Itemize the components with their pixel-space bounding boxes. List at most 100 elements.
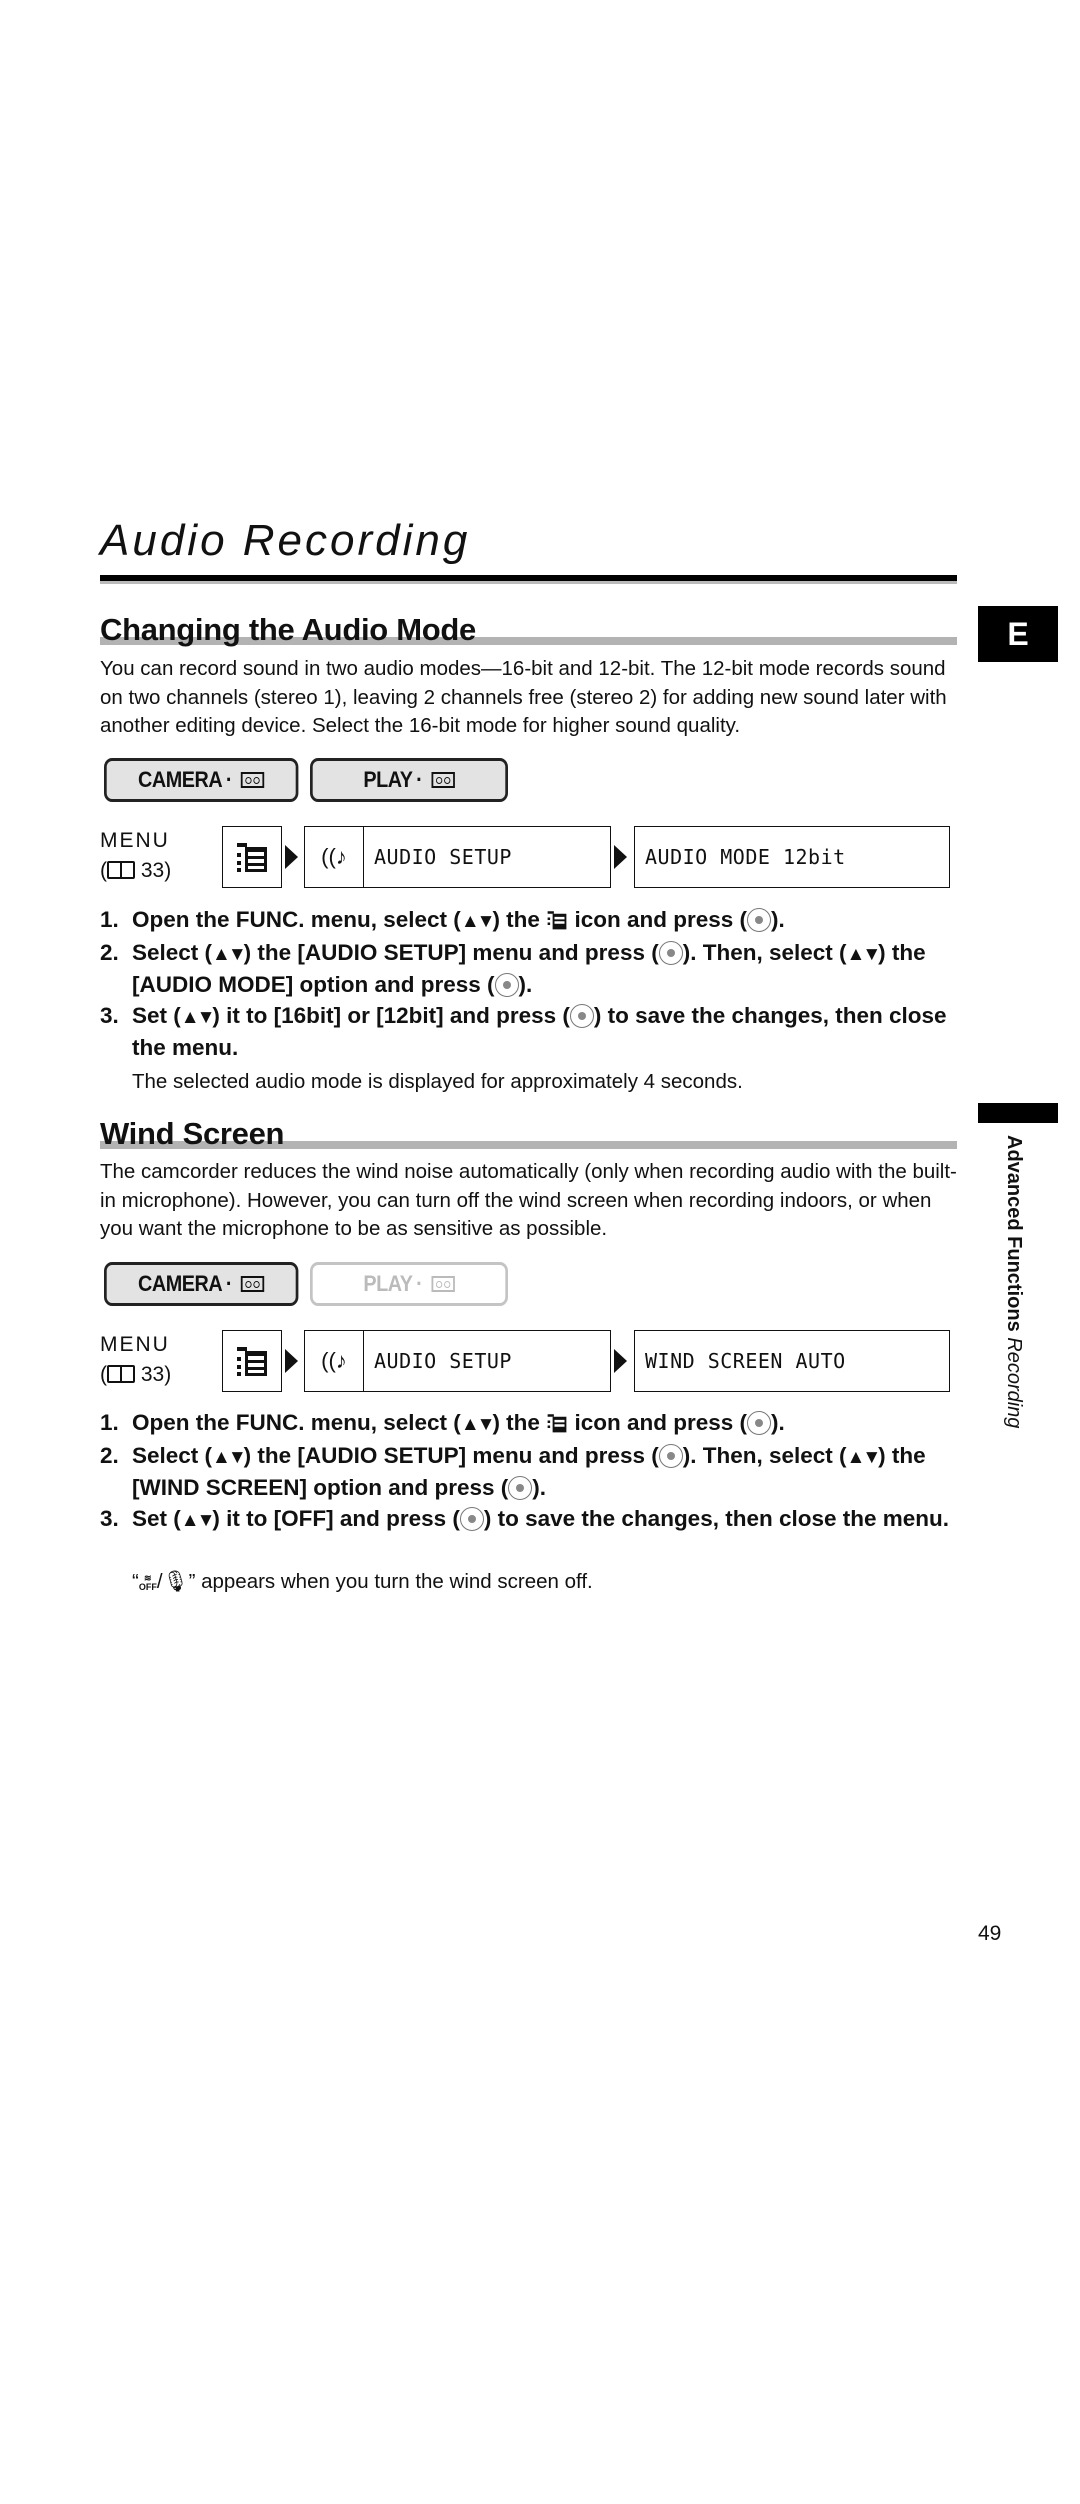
arrow-right-icon [614,1349,627,1373]
menu-label: MENU [100,829,170,852]
note-text: ” appears when you turn the wind screen … [188,1570,593,1593]
joystick-icon [508,1476,533,1500]
step-text: ). [770,907,785,932]
page-ref: 33 [140,1363,165,1386]
page-title: Audio Recording [100,516,471,565]
step-text: ). Then, select ( [682,1442,847,1468]
step-text: Open the FUNC. menu, select ( [132,907,461,932]
up-down-icon: ▲▼ [212,1446,247,1468]
func-menu-icon-box [222,1330,282,1392]
chapter-label: Advanced Functions [1003,1135,1025,1332]
book-icon [107,861,135,879]
joystick-icon [658,940,683,965]
up-down-icon: ▲▼ [180,1006,216,1028]
arrow-right-icon [285,1349,298,1373]
func-menu-icon-box [222,826,282,888]
joystick-icon [494,973,519,997]
tape-icon [431,1276,455,1292]
joystick-icon [658,1443,683,1468]
mode-label: CAMERA [138,767,223,792]
submenu-box: ((♪ AUDIO SETUP [304,826,611,888]
step-number: 2. [100,939,119,965]
step-number: 3. [100,1002,119,1028]
page-number: 49 [978,1922,1002,1945]
mode-label: PLAY [363,767,413,792]
step-item: 2. Select (▲▼) the [AUDIO SETUP] menu an… [100,938,960,1001]
up-down-icon: ▲▼ [460,1414,496,1435]
func-menu-icon [237,1347,267,1376]
step-text: ) the [492,1410,547,1435]
setting-value: WIND SCREEN AUTO [645,1349,846,1373]
step-item: 1. Open the FUNC. menu, select (▲▼) the … [100,905,960,938]
section-body-wind-screen: The camcorder reduces the wind noise aut… [100,1160,957,1240]
setting-box: AUDIO MODE 12bit [634,826,950,888]
microphone-icon: /🎙 [156,1570,189,1593]
book-icon [107,1365,135,1383]
step-text: ) the [492,907,547,932]
up-down-icon: ▲▼ [180,1509,216,1531]
language-tab: E [978,606,1058,662]
step-text: ) it to [OFF] and press ( [212,1505,460,1531]
steps-list-audio-mode: 1. Open the FUNC. menu, select (▲▼) the … [100,905,960,1064]
side-tab-label: Advanced Functions Recording [1002,1135,1026,1428]
up-down-icon: ▲▼ [846,1446,882,1468]
audio-setup-icon: ((♪ [305,827,364,887]
up-down-icon: ▲▼ [460,911,496,932]
mode-label: CAMERA [138,1271,223,1296]
submenu-name: AUDIO SETUP [374,845,512,869]
joystick-icon [459,1506,484,1531]
section-body-audio-mode: You can record sound in two audio modes—… [100,657,947,737]
step-text: Select ( [132,939,213,965]
func-menu-icon [237,843,267,872]
setting-box: WIND SCREEN AUTO [634,1330,950,1392]
step-number: 1. [100,907,119,932]
step-text: ) the [AUDIO SETUP] menu and press ( [243,939,659,965]
step-text: Select ( [132,1442,213,1468]
note-wind-screen: “≋ OFF/🎙” appears when you turn the wind … [132,1570,593,1594]
step-text: ). [770,1410,785,1435]
joystick-icon [746,908,771,932]
menu-reference: MENU ( 33) [100,1330,171,1390]
title-rule [100,575,957,584]
side-tab-bar [978,1103,1058,1123]
wind-screen-off-icon: ≋ OFF [138,1573,157,1592]
tape-icon [240,1276,265,1292]
step-item: 1. Open the FUNC. menu, select (▲▼) the … [100,1408,960,1441]
tape-icon [431,772,455,788]
menu-reference: MENU ( 33) [100,826,171,886]
note-audio-mode: The selected audio mode is displayed for… [132,1070,743,1093]
step-number: 1. [100,1410,119,1435]
step-text: ) the [AUDIO SETUP] menu and press ( [243,1442,659,1468]
quote: “ [132,1570,139,1593]
func-menu-icon [547,911,567,930]
step-item: 2. Select (▲▼) the [AUDIO SETUP] menu an… [100,1441,960,1504]
step-text: ). [518,972,533,997]
arrow-right-icon [614,845,627,869]
tape-icon [240,772,265,788]
step-text: ) it to [16bit] or [12bit] and press ( [212,1002,570,1028]
step-text: Set ( [132,1002,181,1028]
section-heading-wind-screen: Wind Screen [100,1116,285,1151]
wind-off-label: OFF [138,1582,157,1592]
submenu-box: ((♪ AUDIO SETUP [304,1330,611,1392]
camera-tape-mode-badge: CAMERA · [104,1262,299,1306]
arrow-right-icon [285,845,298,869]
joystick-icon [746,1411,771,1435]
step-text: ). Then, select ( [682,939,847,965]
step-item: 3. Set (▲▼) it to [16bit] or [12bit] and… [100,1001,960,1064]
mode-label: PLAY [363,1271,413,1296]
audio-setup-icon: ((♪ [305,1331,364,1391]
step-number: 2. [100,1442,119,1468]
step-item: 3. Set (▲▼) it to [OFF] and press () to … [100,1504,960,1537]
camera-tape-mode-badge: CAMERA · [104,758,299,802]
joystick-icon [569,1003,594,1028]
up-down-icon: ▲▼ [212,943,247,965]
section-label: Recording [1003,1337,1025,1429]
func-menu-icon [547,1414,567,1433]
step-text: Open the FUNC. menu, select ( [132,1410,461,1435]
step-text: ) to save the changes, then close the me… [483,1505,950,1531]
step-text: icon and press ( [568,1410,747,1435]
section-heading-audio-mode: Changing the Audio Mode [100,612,476,647]
step-text: icon and press ( [568,907,747,932]
steps-list-wind-screen: 1. Open the FUNC. menu, select (▲▼) the … [100,1408,960,1536]
